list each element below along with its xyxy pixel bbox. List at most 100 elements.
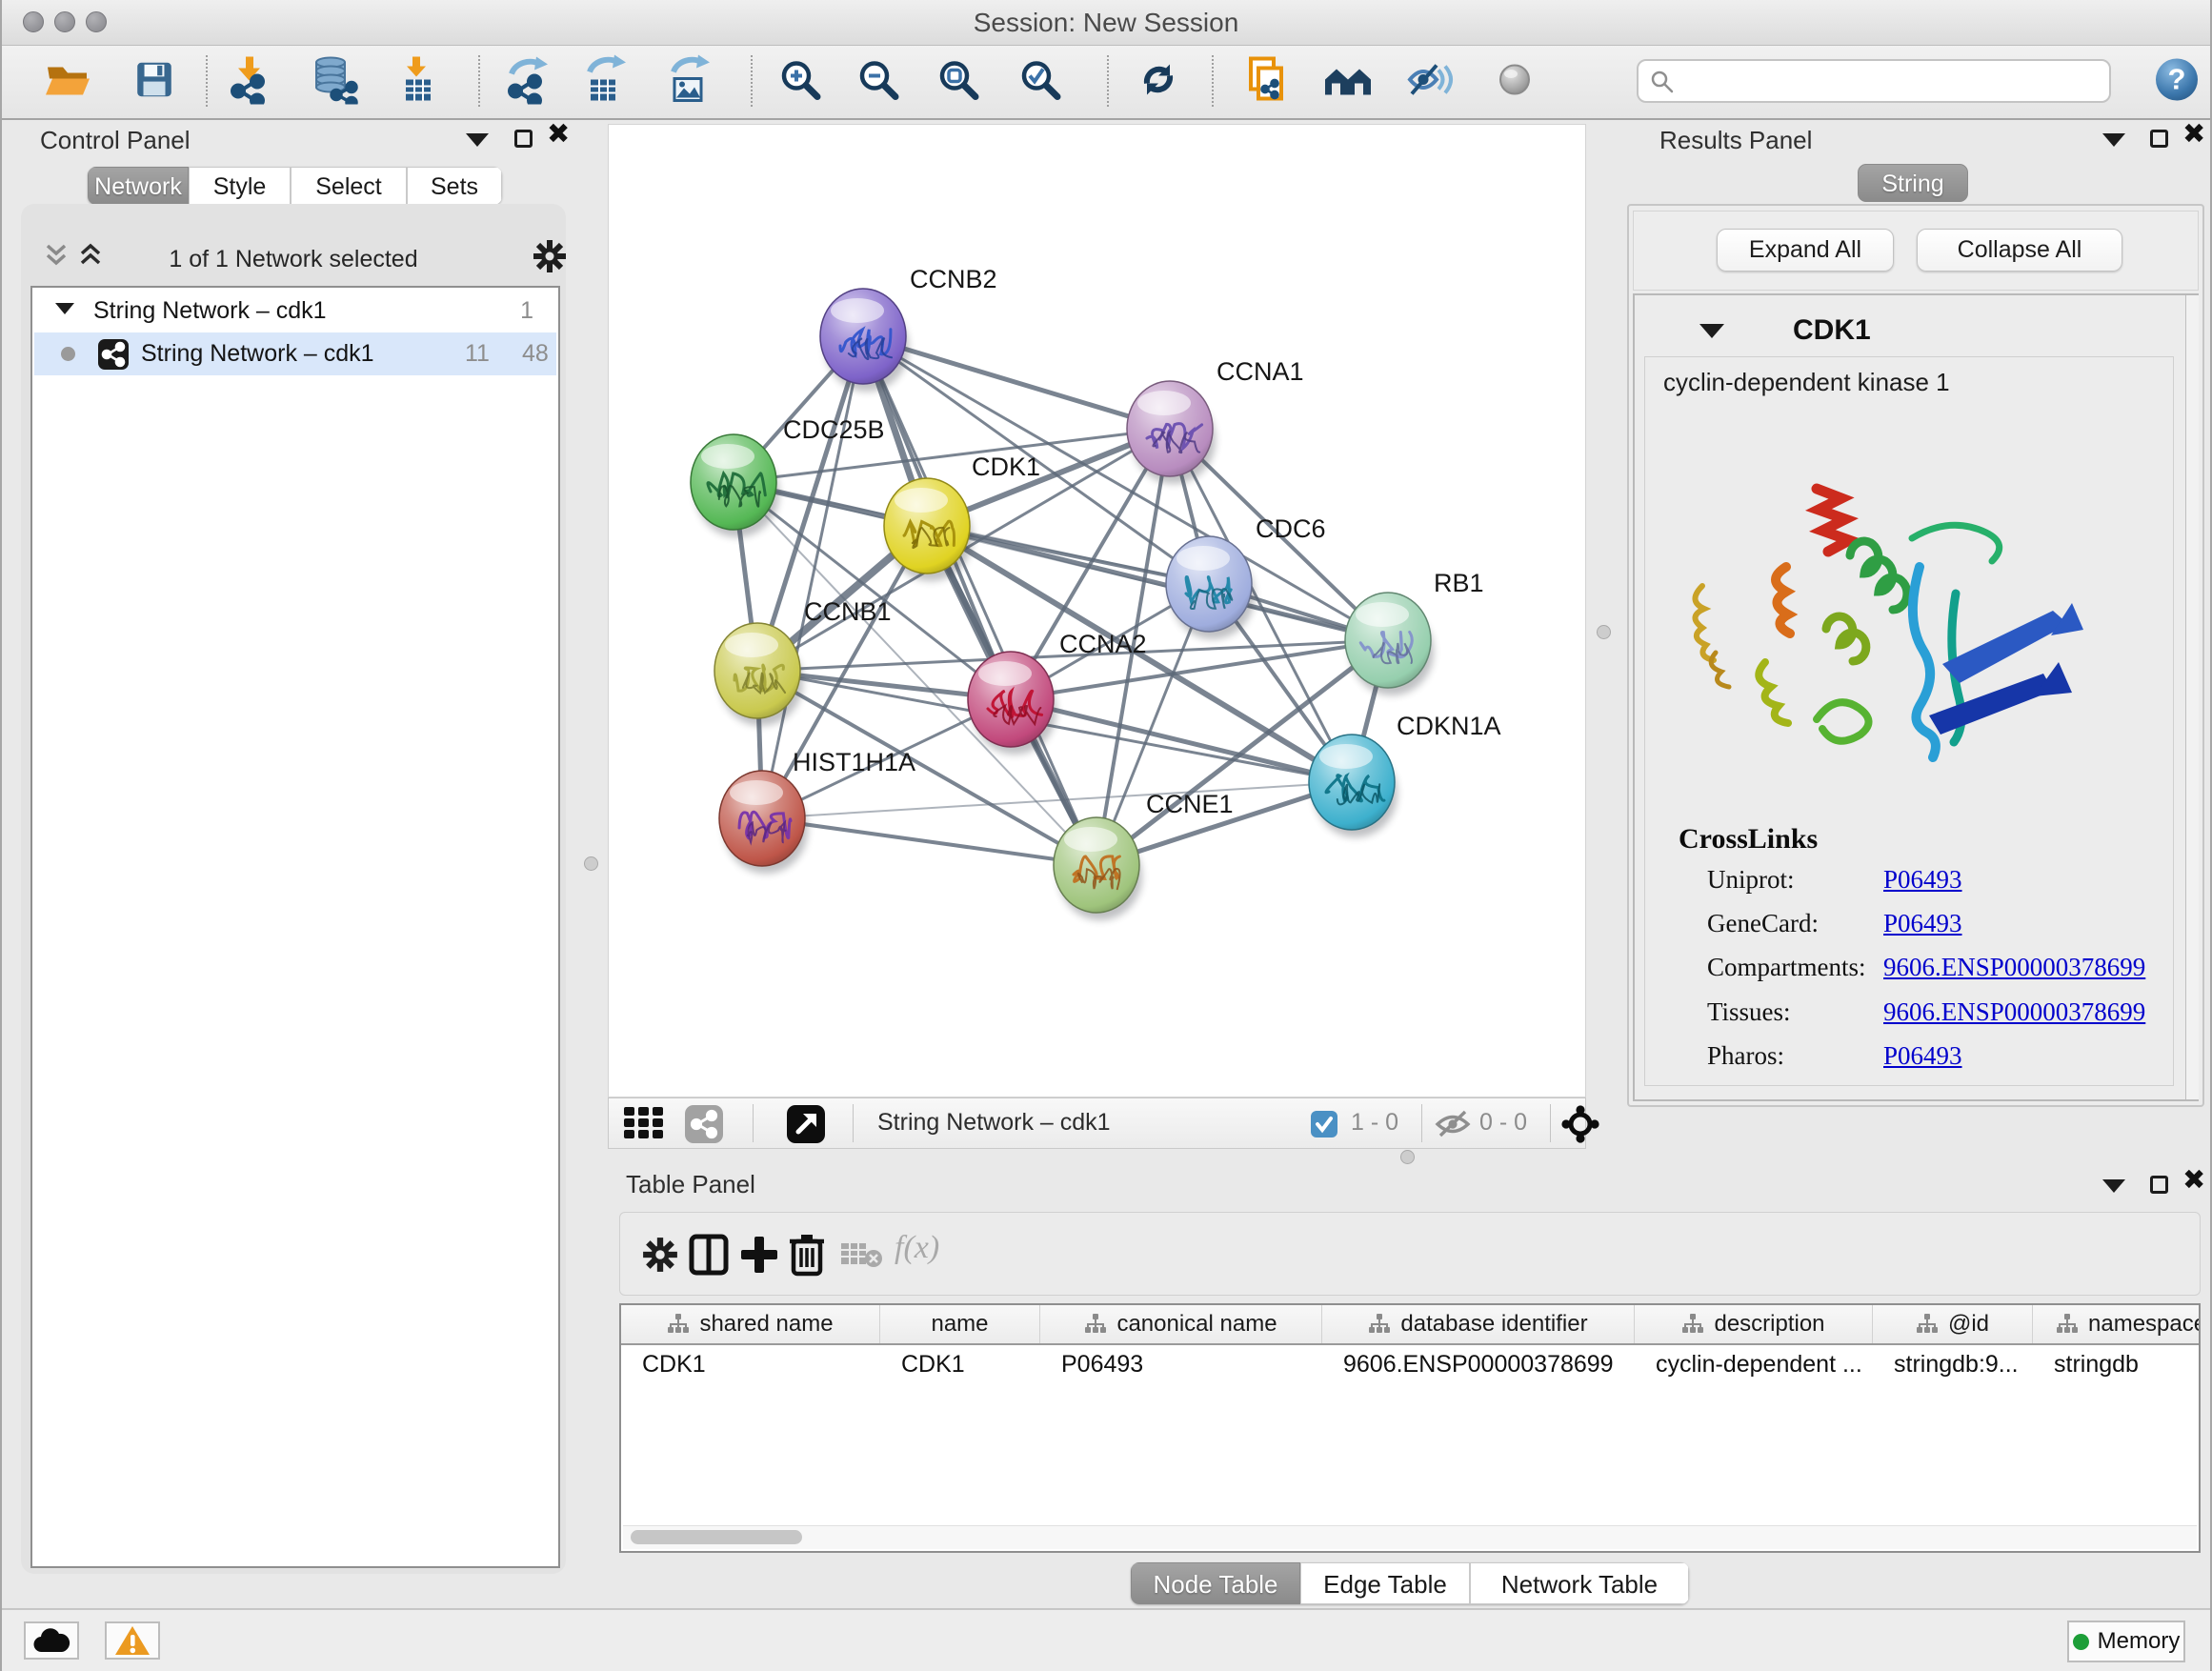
- export-table-button[interactable]: [582, 55, 630, 110]
- delete-column-trash-icon[interactable]: [788, 1232, 826, 1278]
- documents-icon: [1243, 55, 1289, 105]
- results-panel-float-button[interactable]: [2150, 130, 2168, 148]
- memory-button[interactable]: Memory: [2067, 1621, 2185, 1662]
- column-header-database-identifier[interactable]: database identifier: [1322, 1305, 1635, 1343]
- crosslink-compartments[interactable]: 9606.ENSP00000378699: [1883, 953, 2145, 982]
- tab-edge-table[interactable]: Edge Table: [1300, 1562, 1470, 1604]
- horizontal-splitter-handle[interactable]: [1400, 1150, 1415, 1164]
- help-button[interactable]: ?: [2154, 57, 2200, 108]
- tab-style[interactable]: Style: [189, 167, 291, 205]
- import-network-file-button[interactable]: [227, 55, 272, 110]
- zoom-out-button[interactable]: [855, 57, 901, 108]
- crosslink-pharos[interactable]: P06493: [1883, 1041, 1962, 1071]
- navigator-icon[interactable]: [1561, 1105, 1599, 1143]
- function-builder-icon: f(x): [895, 1230, 939, 1266]
- results-panel-close-button[interactable]: ✖: [2182, 124, 2205, 145]
- control-panel-menu-icon[interactable]: [466, 133, 489, 147]
- column-header-shared-name[interactable]: shared name: [621, 1305, 880, 1343]
- selected-checkbox-icon[interactable]: [1310, 1110, 1338, 1138]
- table-cell[interactable]: stringdb: [2033, 1345, 2201, 1383]
- network-node-ccna1[interactable]: CCNA1: [1127, 357, 1304, 484]
- table-cell[interactable]: CDK1: [621, 1345, 880, 1383]
- table-cell[interactable]: P06493: [1040, 1345, 1322, 1383]
- tab-node-table[interactable]: Node Table: [1131, 1562, 1300, 1604]
- hidden-eye-icon[interactable]: [1434, 1108, 1472, 1140]
- crosslink-tissues[interactable]: 9606.ENSP00000378699: [1883, 997, 2145, 1027]
- network-node-cdkn1a[interactable]: CDKN1A: [1309, 712, 1501, 837]
- tab-select[interactable]: Select: [291, 167, 407, 205]
- export-network-button[interactable]: [504, 55, 552, 110]
- save-session-button[interactable]: [132, 58, 176, 107]
- network-edge-ccnb2-hist1h1a[interactable]: [762, 336, 863, 818]
- table-panel-float-button[interactable]: [2150, 1176, 2168, 1194]
- table-row[interactable]: CDK1CDK1P064939606.ENSP00000378699cyclin…: [621, 1345, 2199, 1383]
- collapse-all-button[interactable]: Collapse All: [1917, 229, 2122, 272]
- table-cell[interactable]: stringdb:9...: [1873, 1345, 2033, 1383]
- show-all-networks-button[interactable]: [1321, 59, 1375, 106]
- column-header-namespace[interactable]: namespace: [2033, 1305, 2201, 1343]
- show-columns-icon[interactable]: [689, 1234, 729, 1276]
- cdk1-expander-icon[interactable]: [1699, 324, 1724, 338]
- column-header-description[interactable]: description: [1635, 1305, 1873, 1343]
- tab-network-table[interactable]: Network Table: [1470, 1562, 1689, 1604]
- open-in-window-icon[interactable]: [786, 1104, 826, 1144]
- clone-network-button[interactable]: [1243, 55, 1289, 110]
- refresh-button[interactable]: [1136, 57, 1181, 108]
- expand-all-button[interactable]: Expand All: [1717, 229, 1894, 272]
- network-edge-cdk1-rb1[interactable]: [927, 526, 1388, 640]
- birdseye-view-button[interactable]: [1493, 58, 1537, 107]
- network-node-ccne1[interactable]: CCNE1: [1054, 790, 1234, 920]
- cloud-status-button[interactable]: [24, 1621, 79, 1660]
- table-panel-menu-icon[interactable]: [2102, 1179, 2125, 1193]
- warnings-button[interactable]: [105, 1621, 160, 1660]
- gear-icon[interactable]: [532, 238, 568, 274]
- network-collection-row[interactable]: String Network – cdk1 1: [34, 290, 556, 332]
- network-row-selected[interactable]: String Network – cdk1 11 48: [34, 332, 556, 375]
- import-table-button[interactable]: [397, 55, 439, 110]
- network-canvas[interactable]: CCNB2CCNA1CDC25BCDK1CDC6RB1CCNB1CCNA2CDK…: [608, 124, 1586, 1097]
- table-cell[interactable]: cyclin-dependent ...: [1635, 1345, 1873, 1383]
- right-splitter-handle[interactable]: [1597, 625, 1611, 639]
- crosslink-genecard[interactable]: P06493: [1883, 909, 1962, 938]
- separator: [753, 1104, 754, 1142]
- table-cell[interactable]: CDK1: [880, 1345, 1040, 1383]
- zoom-fit-button[interactable]: [935, 57, 981, 108]
- export-image-icon: [666, 55, 714, 105]
- network-edge-ccnb2-ccne1[interactable]: [863, 336, 1096, 865]
- column-header-canonical-name[interactable]: canonical name: [1040, 1305, 1322, 1343]
- crosslink-uniprot[interactable]: P06493: [1883, 865, 1962, 895]
- search-input[interactable]: [1682, 64, 2105, 100]
- tree-expander-icon[interactable]: [55, 303, 74, 314]
- scrollbar-thumb[interactable]: [631, 1530, 802, 1544]
- export-image-button[interactable]: [666, 55, 714, 110]
- open-session-button[interactable]: [44, 58, 93, 107]
- table-horizontal-scrollbar[interactable]: [623, 1525, 2197, 1549]
- show-hide-graphics-button[interactable]: [1404, 58, 1454, 107]
- control-panel-close-button[interactable]: ✖: [547, 124, 570, 145]
- zoom-in-button[interactable]: [777, 57, 823, 108]
- tab-string[interactable]: String: [1858, 164, 1968, 202]
- network-node-ccnb2[interactable]: CCNB2: [820, 265, 997, 392]
- zoom-selected-button[interactable]: [1017, 57, 1063, 108]
- network-list: String Network – cdk1 1 String Network –…: [30, 286, 560, 1568]
- results-panel-menu-icon[interactable]: [2102, 133, 2125, 147]
- grid-view-icon[interactable]: [623, 1106, 667, 1140]
- network-view-icon[interactable]: [684, 1104, 724, 1144]
- network-node-rb1[interactable]: RB1: [1345, 569, 1484, 695]
- column-header--id[interactable]: @id: [1873, 1305, 2033, 1343]
- tab-network[interactable]: Network: [88, 167, 189, 205]
- network-node-ccnb1[interactable]: CCNB1: [714, 597, 892, 726]
- table-panel-close-button[interactable]: ✖: [2182, 1170, 2205, 1191]
- node-table: shared namenamecanonical namedatabase id…: [619, 1303, 2201, 1553]
- network-edge-hist1h1a-ccne1[interactable]: [762, 818, 1096, 865]
- network-edge-ccnb2-ccna1[interactable]: [863, 336, 1170, 429]
- import-network-database-button[interactable]: [309, 55, 358, 110]
- left-splitter-handle[interactable]: [584, 856, 598, 871]
- control-panel-float-button[interactable]: [514, 130, 533, 148]
- table-cell[interactable]: 9606.ENSP00000378699: [1322, 1345, 1635, 1383]
- results-scrollbar[interactable]: [2185, 295, 2199, 1099]
- table-settings-gear-icon[interactable]: [641, 1236, 679, 1274]
- column-header-name[interactable]: name: [880, 1305, 1040, 1343]
- add-column-plus-icon[interactable]: [738, 1234, 780, 1276]
- tab-sets[interactable]: Sets: [407, 167, 502, 205]
